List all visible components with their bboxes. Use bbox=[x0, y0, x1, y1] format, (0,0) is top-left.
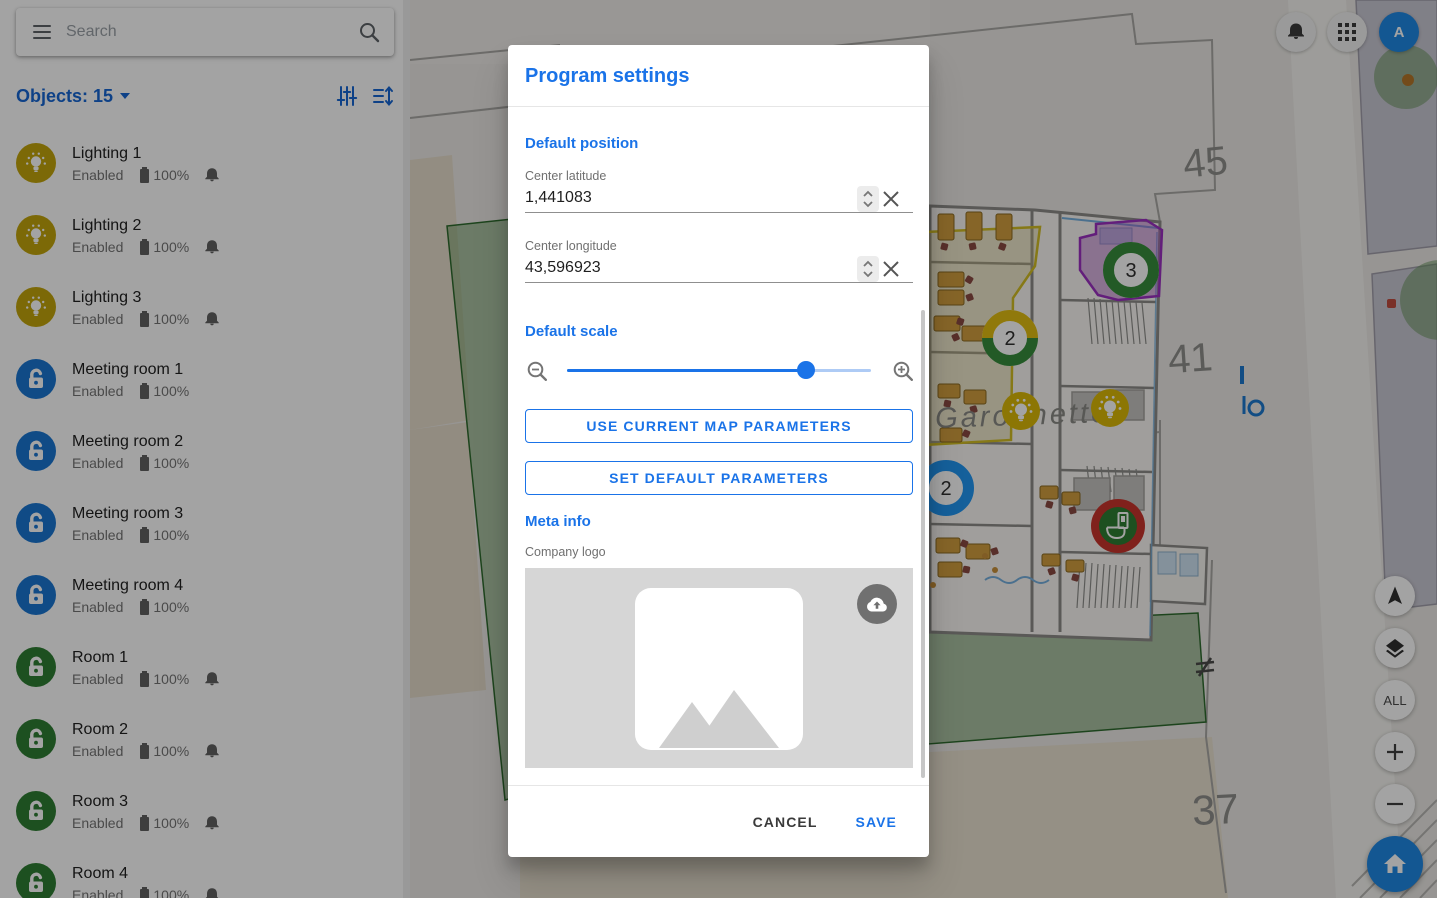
longitude-label: Center longitude bbox=[525, 239, 617, 253]
scale-slider-row bbox=[525, 358, 913, 382]
scale-slider-fill bbox=[567, 369, 806, 372]
save-button[interactable]: SAVE bbox=[852, 808, 902, 836]
longitude-clear-button[interactable] bbox=[880, 256, 902, 282]
cloud-upload-icon bbox=[865, 592, 889, 616]
latitude-label: Center latitude bbox=[525, 169, 606, 183]
latitude-clear-button[interactable] bbox=[880, 186, 902, 212]
mountains-icon bbox=[654, 680, 784, 750]
use-current-map-parameters-button[interactable]: USE CURRENT MAP PARAMETERS bbox=[525, 409, 913, 443]
dialog-scrollbar[interactable] bbox=[921, 310, 925, 778]
input-underline bbox=[525, 212, 913, 213]
section-meta-info: Meta info bbox=[525, 513, 591, 530]
upload-logo-button[interactable] bbox=[857, 584, 897, 624]
dialog-title: Program settings bbox=[525, 65, 689, 88]
scale-slider-thumb[interactable] bbox=[797, 361, 815, 379]
divider bbox=[508, 106, 929, 107]
section-default-scale: Default scale bbox=[525, 323, 618, 340]
zoom-out-icon[interactable] bbox=[527, 361, 547, 381]
set-default-parameters-button[interactable]: SET DEFAULT PARAMETERS bbox=[525, 461, 913, 495]
section-default-position: Default position bbox=[525, 135, 638, 152]
dialog-footer: CANCEL SAVE bbox=[508, 786, 929, 857]
company-logo-label: Company logo bbox=[525, 545, 606, 559]
program-settings-dialog: Program settings Default position Center… bbox=[508, 45, 929, 857]
input-underline bbox=[525, 282, 913, 283]
zoom-in-icon[interactable] bbox=[893, 361, 913, 381]
longitude-stepper[interactable] bbox=[857, 256, 879, 282]
latitude-stepper[interactable] bbox=[857, 186, 879, 212]
company-logo-dropzone[interactable] bbox=[525, 568, 913, 768]
image-placeholder bbox=[635, 588, 803, 750]
longitude-input[interactable] bbox=[525, 259, 855, 277]
cancel-button[interactable]: CANCEL bbox=[749, 808, 822, 836]
latitude-input[interactable] bbox=[525, 189, 855, 207]
app-root: 45 41 37 Garonnette 3 bbox=[0, 0, 1437, 898]
